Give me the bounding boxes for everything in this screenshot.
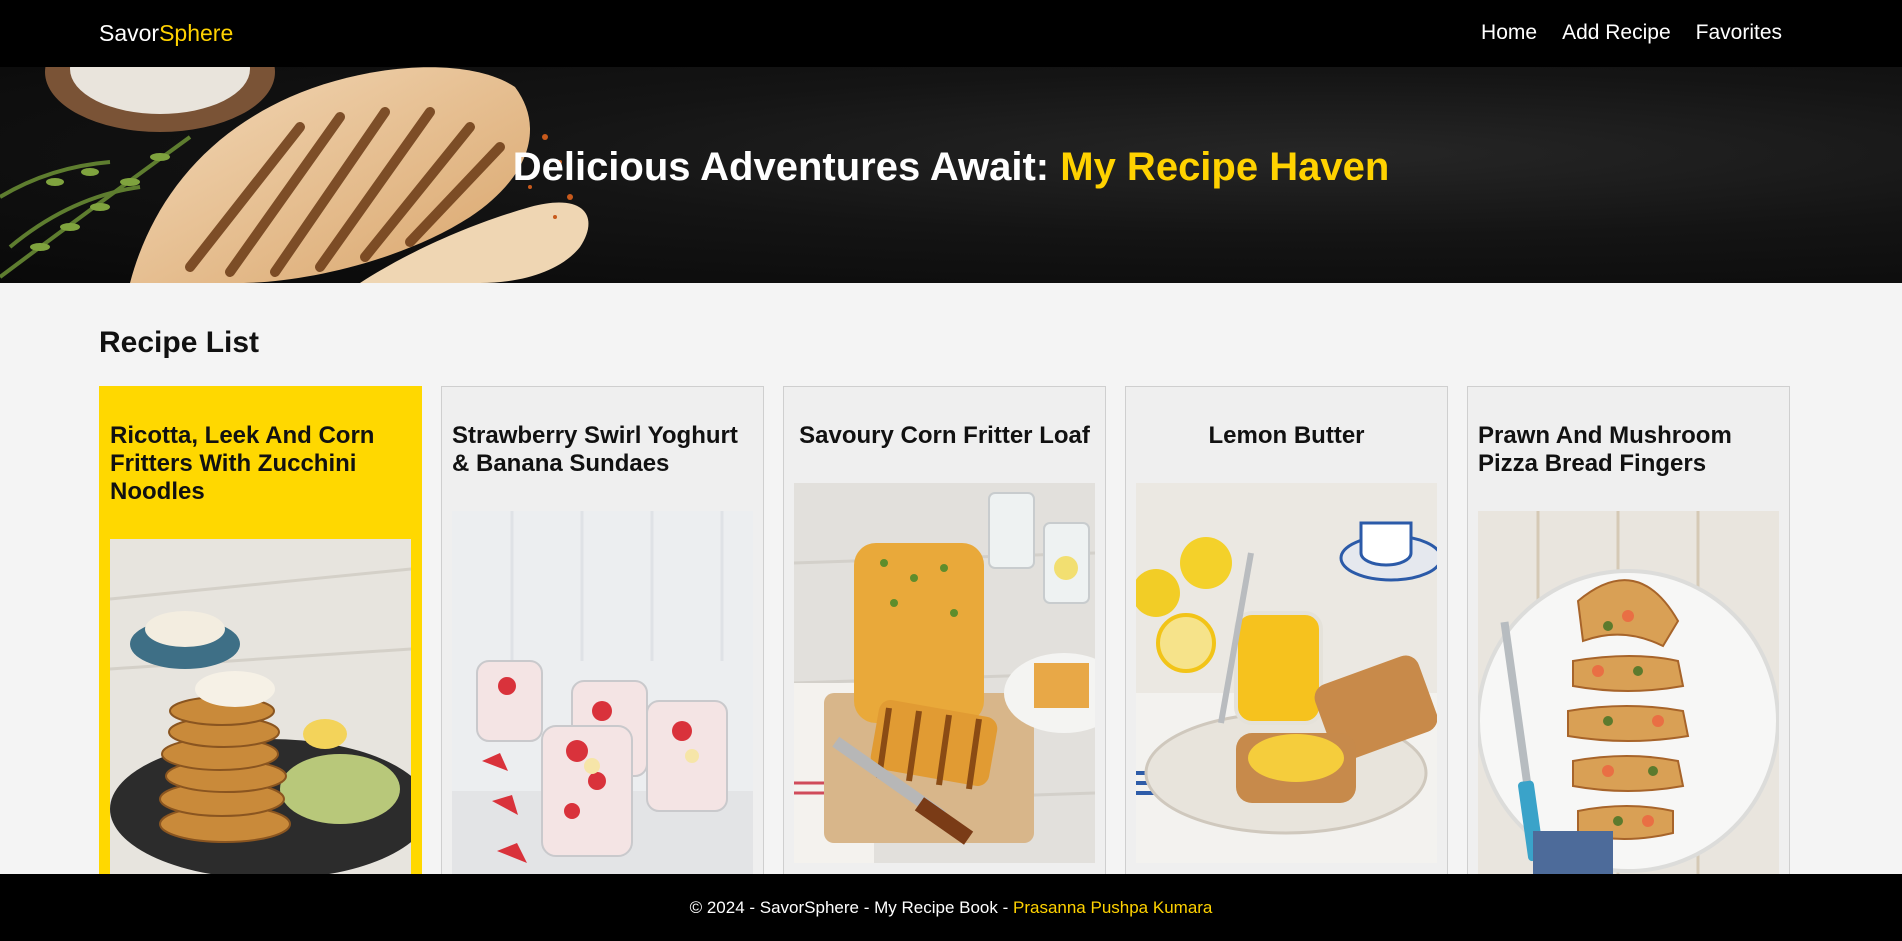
top-navbar: SavorSphere Home Add Recipe Favorites	[0, 0, 1902, 67]
footer-author-link[interactable]: Prasanna Pushpa Kumara	[1013, 898, 1212, 917]
hero-title-main: Delicious Adventures Await:	[512, 145, 1061, 189]
recipe-card-title: Strawberry Swirl Yoghurt & Banana Sundae…	[452, 422, 738, 477]
footer-copyright: © 2024 - SavorSphere - My Recipe Book -	[689, 898, 1013, 917]
recipe-card[interactable]: Ricotta, Leek And Corn Fritters With Zuc…	[99, 386, 422, 906]
brand-text-sphere: Sphere	[159, 20, 234, 46]
recipe-image-corn-loaf	[794, 483, 1095, 863]
hero-banner: Delicious Adventures Await: My Recipe Ha…	[0, 67, 1902, 283]
hero-title-highlight: My Recipe Haven	[1060, 145, 1390, 189]
recipe-card[interactable]: Strawberry Swirl Yoghurt & Banana Sundae…	[441, 386, 764, 906]
brand-text-savor: Savor	[99, 20, 160, 46]
nav-links: Home Add Recipe Favorites	[1481, 21, 1782, 45]
recipe-card-title: Ricotta, Leek And Corn Fritters With Zuc…	[110, 422, 375, 505]
recipe-list-title: Recipe List	[99, 326, 260, 359]
recipe-card-title: Prawn And Mushroom Pizza Bread Fingers	[1478, 422, 1732, 477]
recipe-card[interactable]: Savoury Corn Fritter Loaf	[783, 386, 1106, 906]
recipe-image-lemon-butter	[1136, 483, 1437, 863]
recipe-card[interactable]: Prawn And Mushroom Pizza Bread Fingers	[1467, 386, 1790, 906]
recipe-image-sundaes	[452, 511, 753, 891]
page-footer: © 2024 - SavorSphere - My Recipe Book - …	[0, 874, 1902, 941]
recipe-card-title: Lemon Butter	[1208, 422, 1365, 449]
recipe-card[interactable]: Lemon Butter	[1125, 386, 1448, 906]
nav-link-favorites[interactable]: Favorites	[1696, 21, 1782, 45]
recipe-image-pizza-fingers	[1478, 511, 1779, 891]
brand-logo[interactable]: SavorSphere	[99, 20, 233, 47]
hero-title: Delicious Adventures Await: My Recipe Ha…	[0, 145, 1902, 190]
nav-link-add-recipe[interactable]: Add Recipe	[1562, 21, 1671, 45]
recipe-image-fritters	[110, 539, 411, 905]
recipe-card-title: Savoury Corn Fritter Loaf	[799, 422, 1090, 449]
nav-link-home[interactable]: Home	[1481, 21, 1537, 45]
